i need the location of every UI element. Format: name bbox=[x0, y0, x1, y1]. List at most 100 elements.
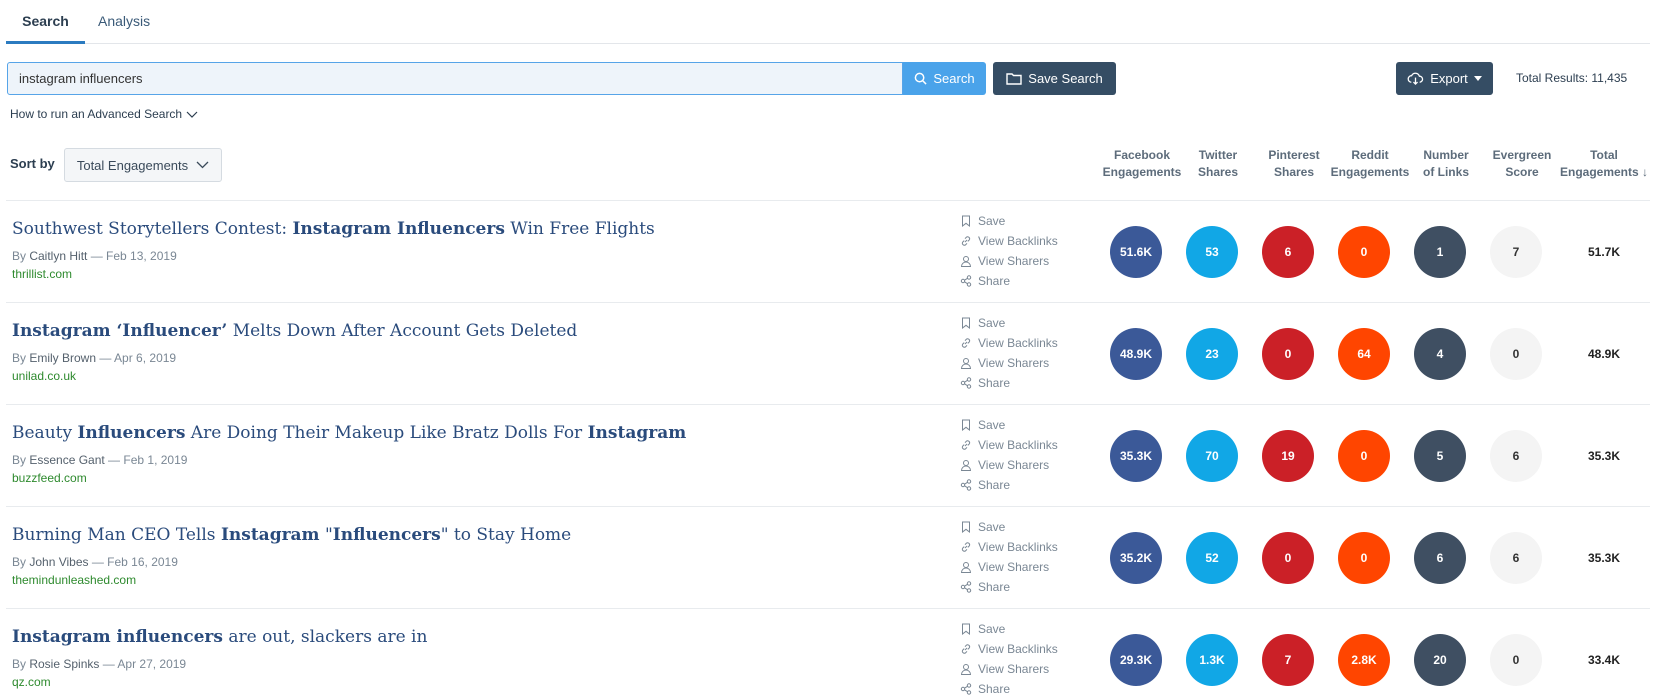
search-button[interactable]: Search bbox=[903, 62, 986, 95]
result-title[interactable]: Instagram ‘Influencer’ Melts Down After … bbox=[12, 321, 577, 341]
number-of-links-value: 20 bbox=[1414, 634, 1466, 686]
user-icon bbox=[960, 663, 972, 675]
tab-analysis[interactable]: Analysis bbox=[98, 0, 158, 44]
save-action[interactable]: Save bbox=[960, 313, 1058, 333]
result-title[interactable]: Instagram influencers are out, slackers … bbox=[12, 627, 427, 647]
save-search-button[interactable]: Save Search bbox=[993, 62, 1116, 95]
view-backlinks-action[interactable]: View Backlinks bbox=[960, 639, 1058, 659]
publish-date: Feb 16, 2019 bbox=[107, 555, 178, 569]
view-sharers-action[interactable]: View Sharers bbox=[960, 659, 1058, 679]
twitter-shares-value: 23 bbox=[1186, 328, 1238, 380]
cloud-download-icon bbox=[1407, 72, 1424, 85]
column-header-facebook: Facebook Engagements bbox=[1102, 148, 1182, 179]
result-domain[interactable]: qz.com bbox=[12, 675, 51, 689]
view-backlinks-action[interactable]: View Backlinks bbox=[960, 537, 1058, 557]
facebook-engagements-value: 29.3K bbox=[1110, 634, 1162, 686]
action-label: View Backlinks bbox=[978, 438, 1058, 452]
number-of-links-value: 1 bbox=[1414, 226, 1466, 278]
view-backlinks-action[interactable]: View Backlinks bbox=[960, 231, 1058, 251]
link-icon bbox=[960, 541, 972, 553]
result-title[interactable]: Beauty Influencers Are Doing Their Makeu… bbox=[12, 423, 686, 443]
result-domain[interactable]: thrillist.com bbox=[12, 267, 72, 281]
pinterest-shares-value: 6 bbox=[1262, 226, 1314, 278]
link-icon bbox=[960, 643, 972, 655]
pinterest-shares-value: 19 bbox=[1262, 430, 1314, 482]
action-label: Share bbox=[978, 376, 1011, 390]
caret-down-icon bbox=[1473, 76, 1482, 81]
facebook-engagements-value: 35.2K bbox=[1110, 532, 1162, 584]
title-segment: " bbox=[319, 525, 333, 545]
bookmark-icon bbox=[960, 215, 972, 227]
evergreen-score-value: 6 bbox=[1490, 430, 1542, 482]
user-icon bbox=[960, 459, 972, 471]
publish-date: Apr 27, 2019 bbox=[117, 657, 187, 671]
number-of-links-value: 6 bbox=[1414, 532, 1466, 584]
result-domain[interactable]: unilad.co.uk bbox=[12, 369, 76, 383]
share-action[interactable]: Share bbox=[960, 475, 1058, 495]
link-icon bbox=[960, 235, 972, 247]
result-domain[interactable]: buzzfeed.com bbox=[12, 471, 87, 485]
author: Caitlyn Hitt bbox=[29, 249, 88, 263]
action-label: View Sharers bbox=[978, 356, 1050, 370]
title-segment: Instagram Influencers bbox=[292, 219, 505, 239]
export-button[interactable]: Export bbox=[1396, 62, 1493, 95]
sort-dropdown[interactable]: Total Engagements bbox=[64, 148, 222, 182]
author: John Vibes bbox=[29, 555, 89, 569]
save-action[interactable]: Save bbox=[960, 619, 1058, 639]
share-action[interactable]: Share bbox=[960, 679, 1058, 695]
column-header-evergreen: Evergreen Score bbox=[1492, 148, 1552, 179]
view-backlinks-action[interactable]: View Backlinks bbox=[960, 333, 1058, 353]
total-results: Total Results: 11,435 bbox=[1516, 71, 1628, 85]
reddit-engagements-value: 0 bbox=[1338, 532, 1390, 584]
share-icon bbox=[960, 683, 972, 695]
evergreen-score-value: 0 bbox=[1490, 328, 1542, 380]
view-sharers-action[interactable]: View Sharers bbox=[960, 353, 1058, 373]
author: Essence Gant bbox=[29, 453, 105, 467]
view-sharers-action[interactable]: View Sharers bbox=[960, 251, 1058, 271]
total-engagements-value: 35.3K bbox=[1587, 449, 1621, 463]
byline: By Caitlyn Hitt — Feb 13, 2019 bbox=[12, 249, 177, 263]
result-domain[interactable]: themindunleashed.com bbox=[12, 573, 136, 587]
evergreen-score-value: 6 bbox=[1490, 532, 1542, 584]
row-actions: Save View Backlinks View Sharers Share bbox=[960, 211, 1058, 291]
title-segment: Influencers bbox=[77, 423, 186, 443]
search-input[interactable] bbox=[7, 62, 903, 95]
save-action[interactable]: Save bbox=[960, 211, 1058, 231]
action-label: Share bbox=[978, 682, 1011, 695]
view-sharers-action[interactable]: View Sharers bbox=[960, 455, 1058, 475]
result-row: Beauty Influencers Are Doing Their Makeu… bbox=[6, 404, 1650, 506]
tab-search[interactable]: Search bbox=[6, 0, 85, 44]
result-title[interactable]: Burning Man CEO Tells Instagram "Influen… bbox=[12, 525, 571, 545]
user-icon bbox=[960, 561, 972, 573]
pinterest-shares-value: 0 bbox=[1262, 328, 1314, 380]
share-action[interactable]: Share bbox=[960, 373, 1058, 393]
save-action[interactable]: Save bbox=[960, 415, 1058, 435]
share-action[interactable]: Share bbox=[960, 577, 1058, 597]
action-label: View Backlinks bbox=[978, 234, 1058, 248]
bookmark-icon bbox=[960, 317, 972, 329]
evergreen-score-value: 7 bbox=[1490, 226, 1542, 278]
title-segment: Are Doing Their Makeup Like Bratz Dolls … bbox=[185, 423, 588, 443]
action-label: Share bbox=[978, 274, 1011, 288]
title-segment: Instagram bbox=[587, 423, 687, 443]
action-label: Save bbox=[978, 316, 1006, 330]
advanced-search-link[interactable]: How to run an Advanced Search bbox=[10, 107, 198, 121]
view-backlinks-action[interactable]: View Backlinks bbox=[960, 435, 1058, 455]
byline: By Emily Brown — Apr 6, 2019 bbox=[12, 351, 177, 365]
action-label: View Backlinks bbox=[978, 336, 1058, 350]
row-actions: Save View Backlinks View Sharers Share bbox=[960, 619, 1058, 695]
author: Rosie Spinks bbox=[29, 657, 100, 671]
title-segment: Southwest Storytellers Contest: bbox=[12, 219, 293, 239]
view-sharers-action[interactable]: View Sharers bbox=[960, 557, 1058, 577]
tab-bar: Search Analysis bbox=[6, 0, 1650, 44]
result-title[interactable]: Southwest Storytellers Contest: Instagra… bbox=[12, 219, 655, 239]
publish-date: Feb 1, 2019 bbox=[123, 453, 188, 467]
share-action[interactable]: Share bbox=[960, 271, 1058, 291]
save-action[interactable]: Save bbox=[960, 517, 1058, 537]
twitter-shares-value: 1.3K bbox=[1186, 634, 1238, 686]
bookmark-icon bbox=[960, 521, 972, 533]
column-header-total[interactable]: Total Engagements ↓ bbox=[1558, 147, 1650, 181]
twitter-shares-value: 53 bbox=[1186, 226, 1238, 278]
byline: By John Vibes — Feb 16, 2019 bbox=[12, 555, 178, 569]
search-icon bbox=[915, 72, 927, 85]
